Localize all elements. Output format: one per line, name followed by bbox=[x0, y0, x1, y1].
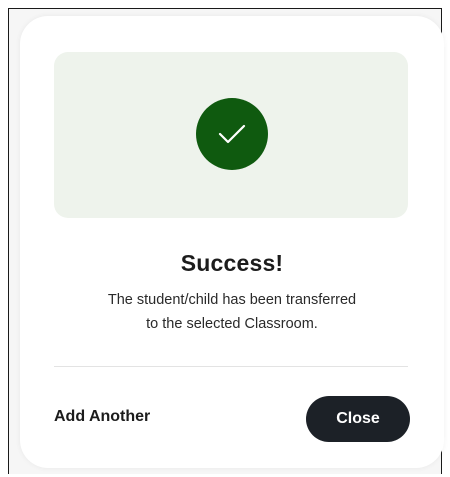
check-icon bbox=[218, 124, 246, 144]
dialog-title: Success! bbox=[180, 250, 284, 276]
success-hero-panel bbox=[54, 52, 408, 218]
success-dialog: Success! The student/child has been tran… bbox=[20, 16, 444, 468]
add-another-link[interactable]: Add Another bbox=[54, 408, 150, 426]
dialog-message-line-2: to the selected Classroom. bbox=[146, 316, 318, 332]
dialog-message-line-1: The student/child has been transferred bbox=[107, 292, 357, 308]
success-badge bbox=[196, 98, 268, 170]
dialog-message: The student/child has been transferred t… bbox=[80, 288, 384, 336]
dialog-divider bbox=[54, 366, 408, 367]
close-button[interactable]: Close bbox=[306, 396, 410, 442]
